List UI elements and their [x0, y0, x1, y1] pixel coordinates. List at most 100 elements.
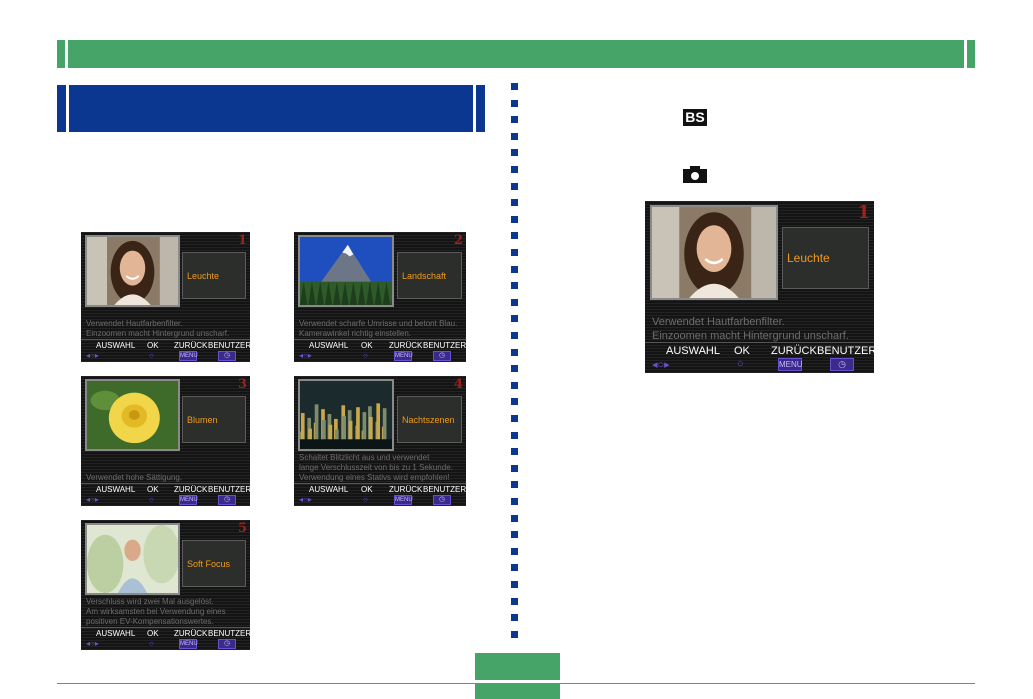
menu-user-label: BENUTZER: [208, 485, 250, 494]
menu-ok-label: OK: [361, 485, 373, 494]
divider-dot: [511, 431, 518, 439]
divider-dot: [511, 332, 518, 339]
column-divider: [511, 83, 519, 643]
self-timer-icon: ◷: [433, 495, 451, 505]
menu-separator: [294, 483, 466, 484]
menu-back-label: ZURÜCK: [174, 341, 208, 350]
divider-dot: [511, 83, 518, 90]
menu-labels: AUSWAHL OK ZURÜCK BENUTZER: [81, 485, 250, 495]
arrows-icon: ◂○▸: [299, 351, 312, 360]
menu-select-label: AUSWAHL: [309, 485, 349, 494]
page-tab-band: [475, 680, 560, 683]
menu-ok-label: OK: [361, 341, 373, 350]
scene-photo: [650, 205, 778, 300]
scene-description: Verschluss wird zwei Mal ausgelöst. Am w…: [86, 597, 226, 626]
arrows-icon: ◂○▸: [299, 495, 312, 504]
divider-dot: [511, 564, 518, 572]
menu-select-label: AUSWAHL: [666, 345, 720, 357]
scene-name: Soft Focus: [182, 540, 246, 587]
scene-description: Schaltet Blitzlicht aus und verwendet la…: [299, 453, 453, 482]
scene-screen: 1 Leuchte Verwendet Hautfarbenfilter. Einz…: [81, 232, 250, 362]
menu-user-label: BENUTZER: [423, 485, 466, 494]
self-timer-icon: ◷: [830, 358, 854, 371]
self-timer-icon: ◷: [218, 639, 236, 649]
menu-labels: AUSWAHL OK ZURÜCK BENUTZER: [294, 485, 466, 495]
scene-name: Leuchte: [782, 227, 869, 289]
arrows-icon: ◂○▸: [652, 359, 670, 371]
divider-dot: [511, 481, 518, 489]
divider-dot: [511, 182, 518, 190]
arrows-icon: ◂○▸: [86, 495, 99, 504]
divider-dot: [511, 265, 518, 273]
divider-dot: [511, 514, 518, 522]
divider-dot: [511, 282, 518, 290]
shutter-button-icon: ○: [149, 495, 154, 504]
self-timer-icon: ◷: [218, 495, 236, 505]
scene-screen: 2 Landschaft Verwendet scharfe Umrisse und…: [294, 232, 466, 362]
menu-separator: [81, 483, 250, 484]
section-title-bar: [57, 85, 485, 132]
scene-number: 1: [237, 233, 247, 248]
divider-dot: [511, 315, 518, 323]
menu-back-label: ZURÜCK: [389, 485, 423, 494]
divider-dot: [511, 614, 518, 622]
scene-photo: [298, 235, 394, 307]
divider-dot: [511, 149, 518, 157]
divider-dot: [511, 398, 518, 406]
self-timer-icon: ◷: [218, 351, 236, 361]
menu-labels: AUSWAHL OK ZURÜCK BENUTZER: [294, 341, 466, 351]
scene-description: Verwendet hohe Sättigung.: [86, 473, 183, 482]
divider-dot: [511, 249, 518, 256]
menu-button-icon: MENU: [179, 495, 198, 505]
menu-select-label: AUSWAHL: [96, 485, 136, 494]
scene-description: Verwendet Hautfarbenfilter. Einzoomen ma…: [652, 316, 849, 342]
scene-number: 2: [453, 233, 463, 248]
divider-dot: [511, 199, 518, 207]
scene-name: Blumen: [182, 396, 246, 443]
divider-dot: [511, 166, 518, 173]
menu-button-icon: MENU: [778, 358, 803, 371]
menu-back-label: ZURÜCK: [174, 629, 208, 638]
divider-dot: [511, 597, 518, 605]
menu-separator: [294, 339, 466, 340]
scene-number: 4: [453, 377, 463, 392]
menu-button-icon: MENU: [179, 639, 198, 649]
shutter-button-icon: ○: [363, 351, 368, 360]
scene-photo: [85, 379, 180, 451]
scene-number: 3: [237, 377, 247, 392]
menu-back-label: ZURÜCK: [174, 485, 208, 494]
scene-screen: 5 Soft Focus Verschluss wird zwei Mal ausg…: [81, 520, 250, 650]
shutter-button-icon: ○: [363, 495, 368, 504]
menu-select-label: AUSWAHL: [309, 341, 349, 350]
menu-user-label: BENUTZER: [817, 345, 874, 357]
scene-photo: [298, 379, 394, 451]
menu-separator: [645, 342, 874, 343]
divider-dot: [511, 381, 518, 389]
divider-dot: [511, 215, 518, 223]
scene-number: 5: [237, 521, 247, 536]
self-timer-icon: ◷: [433, 351, 451, 361]
menu-back-label: ZURÜCK: [389, 341, 423, 350]
menu-ok-label: OK: [147, 629, 159, 638]
menu-back-label: ZURÜCK: [771, 345, 817, 357]
menu-separator: [81, 339, 250, 340]
scene-description: Verwendet Hautfarbenfilter. Einzoomen ma…: [86, 319, 230, 338]
divider-dot: [511, 365, 518, 373]
divider-dot: [511, 531, 518, 539]
title-bar-edge-right: [473, 85, 476, 132]
menu-user-label: BENUTZER: [423, 341, 466, 350]
divider-dot: [511, 464, 518, 472]
shutter-button-icon: ○: [149, 351, 154, 360]
header-bar-edge-left: [65, 40, 68, 68]
divider-dot: [511, 498, 518, 505]
scene-screen: 3 Blumen Verwendet hohe Sättigung. AUSWAHL O…: [81, 376, 250, 506]
divider-dot: [511, 581, 518, 588]
menu-separator: [81, 627, 250, 628]
arrows-icon: ◂○▸: [86, 351, 99, 360]
scene-photo: [85, 235, 180, 307]
title-bar-edge-left: [66, 85, 69, 132]
shutter-button-icon: ○: [737, 358, 744, 370]
scene-number: 1: [857, 202, 870, 223]
scene-description: Verwendet scharfe Umrisse und betont Bla…: [299, 319, 458, 338]
scene-name: Nachtszenen: [397, 396, 462, 443]
